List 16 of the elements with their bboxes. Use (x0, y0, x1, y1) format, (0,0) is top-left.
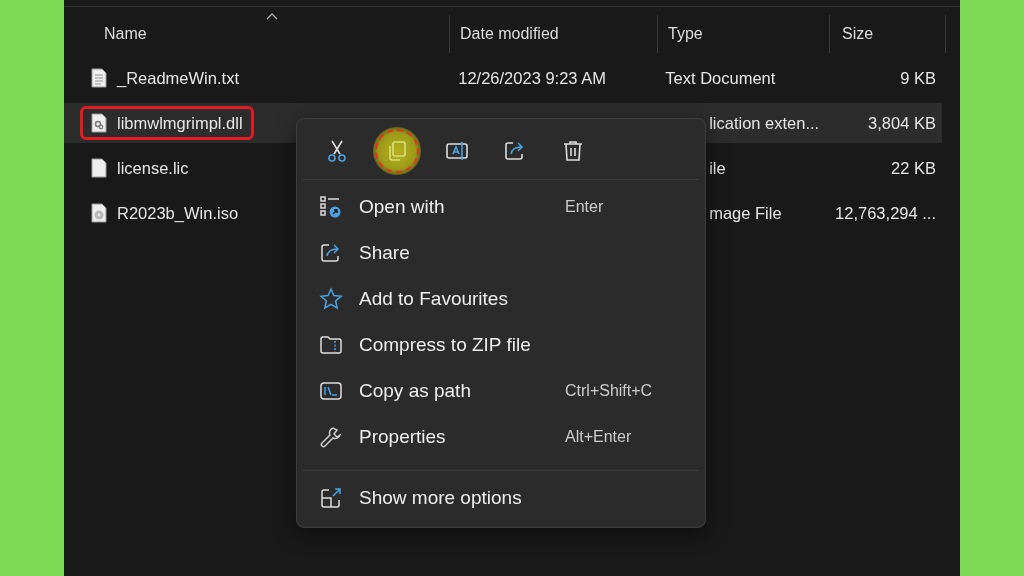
file-type: lication exten... (709, 113, 820, 132)
file-size: 12,763,294 ... (835, 203, 936, 222)
file-name: _ReadmeWin.txt (117, 68, 239, 88)
file-name: R2023b_Win.iso (117, 203, 239, 223)
date-modified: 12/26/2023 9:23 AM (458, 68, 606, 87)
shortcut-label: Enter (565, 198, 605, 216)
shortcut-label: Ctrl+Shift+C (565, 382, 654, 400)
shortcut-label: Alt+Enter (565, 428, 633, 446)
file-type: ile (709, 158, 726, 177)
file-type: Text Document (665, 68, 776, 87)
file-size: 9 KB (900, 68, 936, 87)
file-name: libmwlmgrimpl.dll (117, 113, 243, 133)
file-size: 3,804 KB (868, 113, 936, 132)
file-name: license.lic (117, 158, 189, 178)
file-size: 22 KB (891, 158, 936, 177)
file-type: mage File (709, 203, 782, 222)
